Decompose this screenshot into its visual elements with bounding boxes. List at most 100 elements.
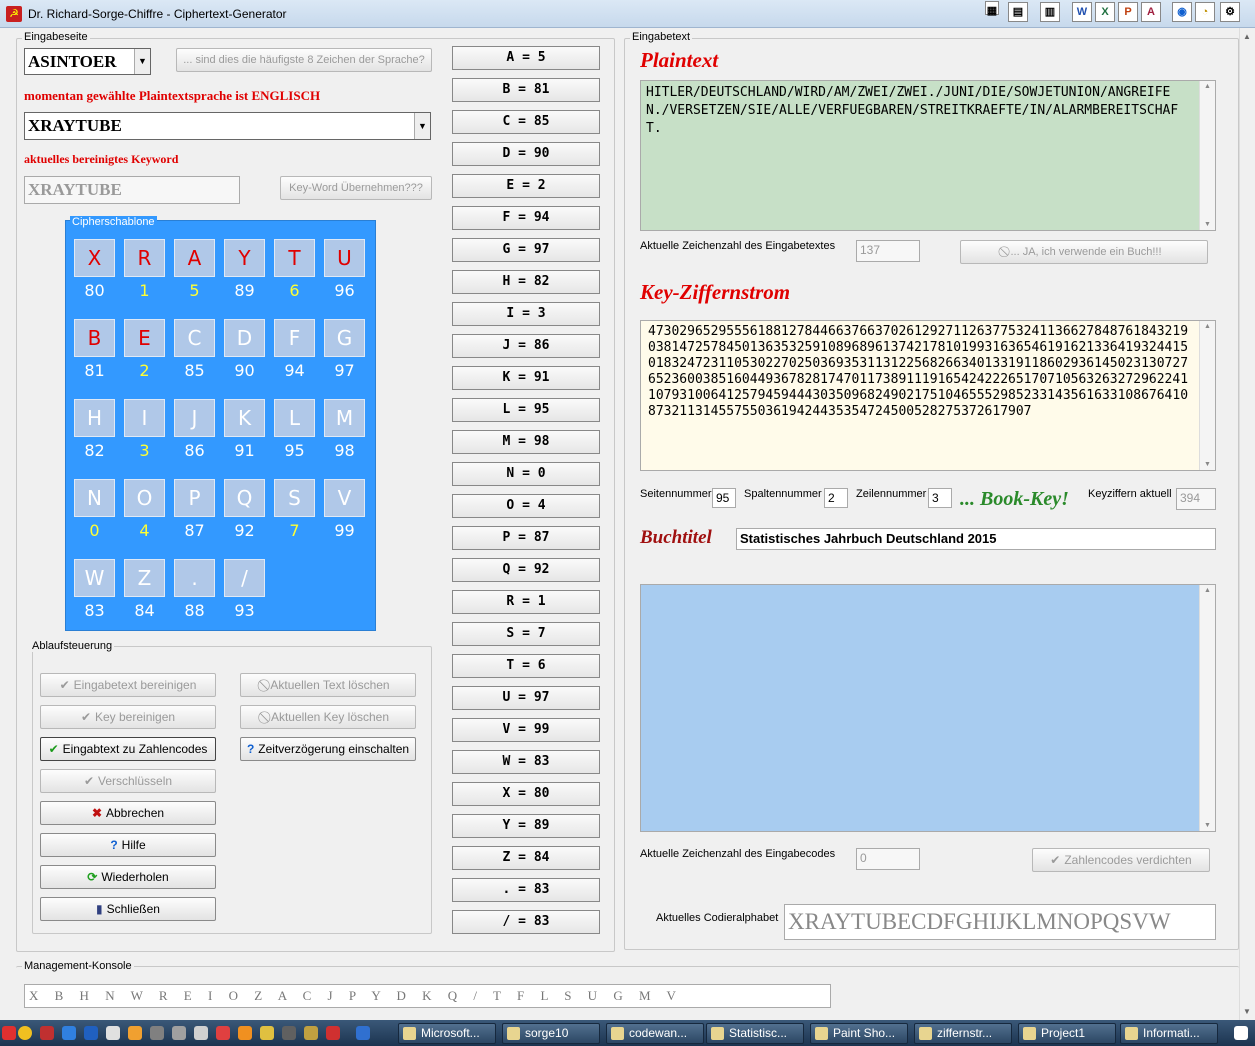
letter-code-button[interactable]: E = 2	[452, 174, 600, 198]
quick-launch-icon[interactable]	[356, 1026, 370, 1040]
key-stream-area[interactable]: 4730296529555618812784466376637026129271…	[640, 320, 1216, 471]
document-icon[interactable]: ▤	[1008, 2, 1028, 22]
help-button[interactable]: ? Hilfe	[40, 833, 216, 857]
ie-icon[interactable]	[62, 1026, 76, 1040]
letter-code-button[interactable]: Q = 92	[452, 558, 600, 582]
calculator-icon[interactable]	[194, 1026, 208, 1040]
alphabet-field[interactable]: XRAYTUBECDFGHIJKLMNOPQSVW	[784, 904, 1216, 940]
taskbar-button[interactable]: codewan...	[606, 1023, 704, 1044]
letter-code-button[interactable]: T = 6	[452, 654, 600, 678]
letter-code-button[interactable]: B = 81	[452, 78, 600, 102]
scroll-down-icon[interactable]: ▼	[1243, 1007, 1251, 1016]
frequency-check-button[interactable]: ... sind dies die häufigste 8 Zeichen de…	[176, 48, 432, 72]
keyword-select[interactable]: XRAYTUBE ▼	[24, 112, 431, 140]
tools-icon[interactable]: ⚙	[1220, 2, 1240, 22]
taskbar-button[interactable]: Project1	[1018, 1023, 1116, 1044]
delete-key-button[interactable]: ⃠Aktuellen Key löschen	[240, 705, 416, 729]
letter-code-button[interactable]: S = 7	[452, 622, 600, 646]
page-number-field[interactable]: 95	[712, 488, 736, 508]
powerpoint-icon[interactable]: P	[1118, 2, 1138, 22]
gear-icon[interactable]	[304, 1026, 318, 1040]
repeat-button[interactable]: ⟳ Wiederholen	[40, 865, 216, 889]
opera-icon[interactable]	[40, 1026, 54, 1040]
start-icon[interactable]	[2, 1026, 16, 1040]
encrypt-button[interactable]: ✔ Verschlüsseln	[40, 769, 216, 793]
close-button[interactable]: ▮ Schließen	[40, 897, 216, 921]
taskbar-button[interactable]: Statistisc...	[706, 1023, 804, 1044]
codes-count-field[interactable]: 0	[856, 848, 920, 870]
clean-key-button[interactable]: ✔ Key bereinigen	[40, 705, 216, 729]
column-number-field[interactable]: 2	[824, 488, 848, 508]
char-count-field[interactable]: 137	[856, 240, 920, 262]
taskbar-button[interactable]: Paint Sho...	[810, 1023, 908, 1044]
codes-area[interactable]	[640, 584, 1216, 832]
app-icon-1[interactable]	[150, 1026, 164, 1040]
letter-code-button[interactable]: C = 85	[452, 110, 600, 134]
plaintext-area[interactable]: HITLER/DEUTSCHLAND/WIRD/AM/ZWEI/ZWEI./JU…	[640, 80, 1216, 231]
tool-icon[interactable]	[282, 1026, 296, 1040]
take-keyword-button[interactable]: Key-Word Übernehmen???	[280, 176, 432, 200]
codes-scrollbar[interactable]	[1199, 585, 1215, 831]
cleaned-keyword-field[interactable]: XRAYTUBE	[24, 176, 240, 204]
letter-code-button[interactable]: Y = 89	[452, 814, 600, 838]
pdf-icon[interactable]	[216, 1026, 230, 1040]
taskbar-button[interactable]: sorge10	[502, 1023, 600, 1044]
network-icon[interactable]: ◉	[1172, 2, 1192, 22]
letter-code-button[interactable]: N = 0	[452, 462, 600, 486]
word-icon[interactable]: W	[1072, 2, 1092, 22]
letter-code-button[interactable]: W = 83	[452, 750, 600, 774]
letter-code-button[interactable]: / = 83	[452, 910, 600, 934]
letter-code-button[interactable]: O = 4	[452, 494, 600, 518]
show-desktop-icon[interactable]	[1234, 1026, 1248, 1040]
grid-icon[interactable]: ▦	[985, 1, 999, 17]
letter-code-button[interactable]: H = 82	[452, 270, 600, 294]
console-field[interactable]: X B H N W R E I O Z A C J P Y D K Q / T …	[24, 984, 831, 1008]
taskbar-button[interactable]: Microsoft...	[398, 1023, 496, 1044]
letter-code-button[interactable]: P = 87	[452, 526, 600, 550]
key-stream-scrollbar[interactable]	[1199, 321, 1215, 470]
folder-icon[interactable]	[260, 1026, 274, 1040]
clean-text-button[interactable]: ✔ Eingabetext bereinigen	[40, 673, 216, 697]
plaintext-scrollbar[interactable]	[1199, 81, 1215, 230]
letter-code-button[interactable]: G = 97	[452, 238, 600, 262]
letter-code-button[interactable]: X = 80	[452, 782, 600, 806]
chrome-icon[interactable]	[18, 1026, 32, 1040]
taskbar-button[interactable]: ziffernstr...	[914, 1023, 1012, 1044]
letter-code-button[interactable]: F = 94	[452, 206, 600, 230]
clock-icon[interactable]: ◔	[1195, 2, 1215, 22]
letter-code-button[interactable]: . = 83	[452, 878, 600, 902]
app-icon-2[interactable]	[172, 1026, 186, 1040]
letter-code-button[interactable]: M = 98	[452, 430, 600, 454]
letter-code-button[interactable]: U = 97	[452, 686, 600, 710]
letter-code-button[interactable]: K = 91	[452, 366, 600, 390]
delete-text-button[interactable]: ⃠Aktuellen Text löschen	[240, 673, 416, 697]
delay-button[interactable]: ? Zeitverzögerung einschalten	[240, 737, 416, 761]
letter-code-button[interactable]: D = 90	[452, 142, 600, 166]
line-number-field[interactable]: 3	[928, 488, 952, 508]
letter-code-button[interactable]: V = 99	[452, 718, 600, 742]
key-digits-field[interactable]: 394	[1176, 488, 1216, 510]
cancel-button[interactable]: ✖ Abbrechen	[40, 801, 216, 825]
letter-code-button[interactable]: A = 5	[452, 46, 600, 70]
letter-code-button[interactable]: L = 95	[452, 398, 600, 422]
letter-code-button[interactable]: I = 3	[452, 302, 600, 326]
media-icon[interactable]	[238, 1026, 252, 1040]
letter-code-button[interactable]: J = 86	[452, 334, 600, 358]
language-select[interactable]: ASINTOER ▼	[24, 48, 151, 75]
spreadsheet-icon[interactable]: ▥	[1040, 2, 1060, 22]
access-icon[interactable]: A	[1141, 2, 1161, 22]
notepad-icon[interactable]	[106, 1026, 120, 1040]
explorer-icon[interactable]	[84, 1026, 98, 1040]
record-icon[interactable]	[326, 1026, 340, 1040]
paint-icon[interactable]	[128, 1026, 142, 1040]
window-scrollbar[interactable]: ▲ ▼	[1239, 28, 1255, 1020]
scroll-up-icon[interactable]: ▲	[1243, 32, 1251, 41]
letter-code-button[interactable]: R = 1	[452, 590, 600, 614]
letter-code-button[interactable]: Z = 84	[452, 846, 600, 870]
taskbar-button[interactable]: Informati...	[1120, 1023, 1218, 1044]
compress-codes-button[interactable]: ✔ Zahlencodes verdichten	[1032, 848, 1210, 872]
to-codes-button[interactable]: ✔ Eingabtext zu Zahlencodes	[40, 737, 216, 761]
excel-icon[interactable]: X	[1095, 2, 1115, 22]
book-title-field[interactable]: Statistisches Jahrbuch Deutschland 2015	[736, 528, 1216, 550]
book-button[interactable]: ⃠... JA, ich verwende ein Buch!!!	[960, 240, 1208, 264]
